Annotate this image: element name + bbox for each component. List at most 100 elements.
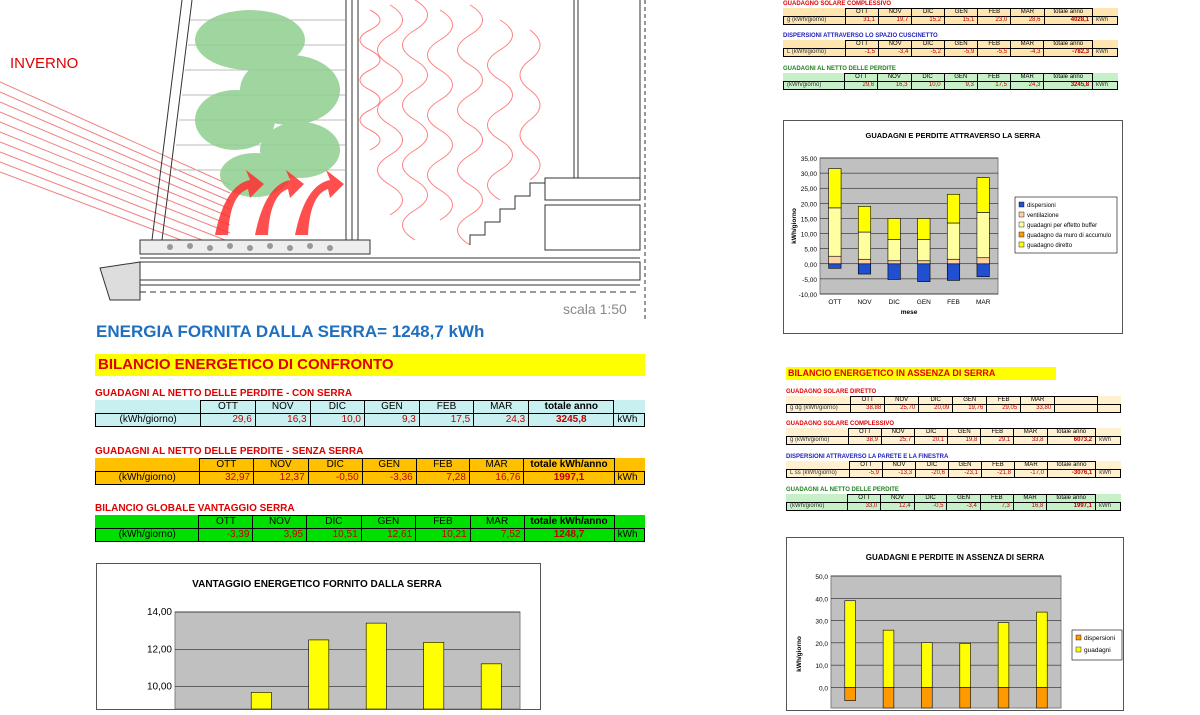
table-cell [614, 401, 645, 414]
y-axis-label: kWh/giorno [796, 636, 803, 672]
y-tick-label: 30,00 [801, 171, 818, 178]
plot-area [830, 575, 1062, 709]
table-value-cell: 33,0 [847, 502, 882, 511]
compare-section: GUADAGNI AL NETTO DELLE PERDITE - CON SE… [94, 388, 645, 427]
x-axis-label: mese [901, 309, 918, 316]
table-header-cell: GEN [361, 458, 417, 472]
table-unit-cell: kWh [613, 528, 646, 542]
small-section-title: DISPERSIONI ATTRAVERSO LA PARETE E LA FI… [786, 454, 949, 460]
table-value-cell: 32,97 [198, 471, 255, 485]
table-row: (kWh/giorno) 32,97 12,37 -0,50 -3,36 7,28 16,7… [95, 471, 646, 485]
room-wall [573, 0, 646, 322]
table-unit-cell: kWh [613, 413, 645, 427]
table-value-cell: -4,3 [1010, 48, 1045, 57]
legend-swatch [1018, 221, 1025, 228]
bar [844, 687, 856, 701]
table-value-cell: 15,2 [911, 16, 946, 25]
table-header-row: OTT NOV DIC GEN FEB MAR totale anno [784, 73, 1118, 82]
small-section-title: GUADAGNI AL NETTO DELLE PERDITE [786, 487, 899, 493]
small-section-title: GUADAGNO SOLARE COMPLESSIVO [783, 1, 892, 7]
table-header-cell: FEB [415, 515, 471, 529]
table-value-cell: -3,4 [946, 502, 981, 511]
table-header-cell: NOV [880, 428, 916, 437]
table-cell [1096, 462, 1121, 470]
table-cell [1098, 397, 1121, 405]
table-value-cell: -5,9 [849, 469, 883, 478]
table-total-cell [1054, 404, 1099, 413]
table-value-cell: 23,0 [977, 16, 1012, 25]
legend-label: guadagni [1084, 647, 1111, 654]
table-value-cell: 29,05 [986, 404, 1022, 413]
chart-vantaggio-svg: VANTAGGIO ENERGETICO FORNITO DALLA SERRA… [147, 579, 521, 710]
plant-foliage [195, 10, 340, 197]
bar [250, 692, 272, 710]
stairs [469, 177, 641, 251]
table-unit-cell: (kWh/giorno) [94, 528, 200, 542]
compare-banner: BILANCIO ENERGETICO DI CONFRONTO [95, 354, 645, 376]
y-axis-label: kWh/giorno [791, 208, 798, 244]
bar [887, 239, 901, 262]
table-total-cell: -782,3 [1043, 48, 1094, 57]
table-header-cell: GEN [364, 400, 420, 414]
table-header-cell: totale kWh/anno [523, 458, 615, 472]
y-tick-label: 14,00 [147, 607, 172, 618]
table-header-row: OTT NOV DIC GEN FEB MAR totale anno [96, 400, 645, 414]
compare-section-title: BILANCIO GLOBALE VANTAGGIO SERRA [95, 503, 295, 514]
table-value-cell: 7,28 [415, 471, 470, 485]
bar [365, 622, 387, 710]
table-header-cell: FEB [977, 8, 1012, 17]
small-table: OTT NOV DIC GEN FEB MAR totale anno g (kWh/gior… [786, 428, 1121, 445]
legend-swatch [1018, 211, 1025, 218]
table-cell [96, 401, 201, 414]
chart-vantaggio: VANTAGGIO ENERGETICO FORNITO DALLA SERRA… [96, 563, 541, 710]
small-table: OTT NOV DIC GEN FEB MAR totale anno (kWh/giorno… [782, 73, 1118, 90]
table-header-cell: NOV [880, 494, 915, 503]
table-row: (kWh/giorno) 33,0 12,4 -0,5 -3,4 7,3 16,8 1997,… [785, 502, 1121, 511]
table-value-cell: 9,3 [364, 413, 420, 427]
table-cell [1093, 9, 1118, 17]
table-value-cell: 38,9 [848, 436, 882, 445]
table-value-cell: 33,80 [1020, 404, 1056, 413]
small-section: GUADAGNO SOLARE COMPLESSIVO OTT NOV DIC GEN F… [786, 420, 1121, 445]
table-header-cell: totale anno [1046, 461, 1097, 470]
table-value-cell: 10,0 [910, 81, 945, 90]
bar [882, 687, 895, 709]
table-value-cell: -3,36 [361, 471, 417, 485]
table-total-cell: 1997,1 [1046, 502, 1097, 511]
bar [480, 663, 502, 710]
table-value-cell: 24,3 [1009, 81, 1045, 90]
table-cell [784, 41, 846, 49]
table-row: (kWh/giorno) -3,39 3,95 10,51 12,61 10,21 7,52… [94, 528, 646, 542]
table-row: (kWh/giorno) 29,6 16,3 10,0 9,3 17,5 24,3 3245,… [782, 81, 1118, 90]
table-cell [784, 74, 845, 82]
compare-section: GUADAGNI AL NETTO DELLE PERDITE - SENZA … [95, 446, 646, 485]
y-tick-label: 12,00 [147, 644, 172, 655]
table-value-cell: -5,2 [911, 48, 945, 57]
table-total-cell: 3245,8 [1043, 81, 1094, 90]
y-tick-label: 0,0 [819, 685, 828, 692]
table-unit-cell: g dg (kWh/giorno) [785, 404, 852, 413]
bar [946, 258, 961, 265]
table-value-cell: 15,1 [944, 16, 979, 25]
energy-title: ENERGIA FORNITA DALLA SERRA= 1248,7 kWh [96, 322, 485, 341]
bar [946, 193, 961, 224]
table-header-cell: totale kWh/anno [523, 515, 615, 529]
table-value-cell: 7,52 [469, 528, 525, 542]
table-cell [614, 516, 644, 529]
chart-title: GUADAGNI E PERDITE ATTRAVERSO LA SERRA [865, 131, 1041, 140]
bar [976, 257, 990, 265]
table-header-row: OTT NOV DIC GEN FEB MAR totale anno [787, 494, 1121, 503]
table-value-cell: -5,5 [977, 48, 1012, 57]
bar [887, 218, 901, 240]
table-header-cell: MAR [1012, 494, 1048, 503]
table-unit-cell: (kWh/giorno) [94, 413, 202, 427]
y-tick-label: 35,00 [801, 156, 818, 163]
table-value-cell: -21,8 [980, 469, 1015, 478]
greenhouse-section-drawing [0, 0, 646, 322]
table-cell [1096, 429, 1121, 437]
plot-area [819, 157, 999, 295]
small-table: OTT NOV DIC GEN FEB MAR totale anno L (kWh/gior… [783, 40, 1118, 57]
table-value-cell: 19,76 [952, 404, 988, 413]
table-header-cell: FEB [418, 400, 475, 414]
y-tick-label: 25,00 [801, 186, 818, 193]
